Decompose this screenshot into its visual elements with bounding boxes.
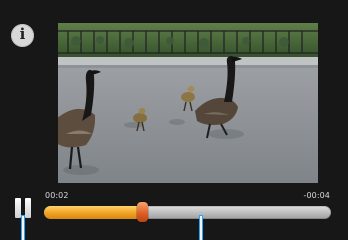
seek-track[interactable] xyxy=(44,206,331,219)
seek-thumb[interactable] xyxy=(137,202,148,222)
video-player: i 00:02 -00:04 xyxy=(0,0,348,240)
info-icon: i xyxy=(19,25,26,43)
left-marker xyxy=(22,216,24,240)
video-frame[interactable] xyxy=(58,23,318,183)
pause-icon xyxy=(25,198,31,218)
time-elapsed: 00:02 xyxy=(45,191,69,200)
seek-progress-fill xyxy=(44,206,142,219)
video-thumbnail xyxy=(58,23,318,183)
info-button[interactable]: i xyxy=(11,24,34,47)
pause-button[interactable] xyxy=(14,198,33,218)
time-remaining: -00:04 xyxy=(303,191,330,200)
right-marker xyxy=(200,216,202,240)
pause-icon xyxy=(15,198,21,218)
